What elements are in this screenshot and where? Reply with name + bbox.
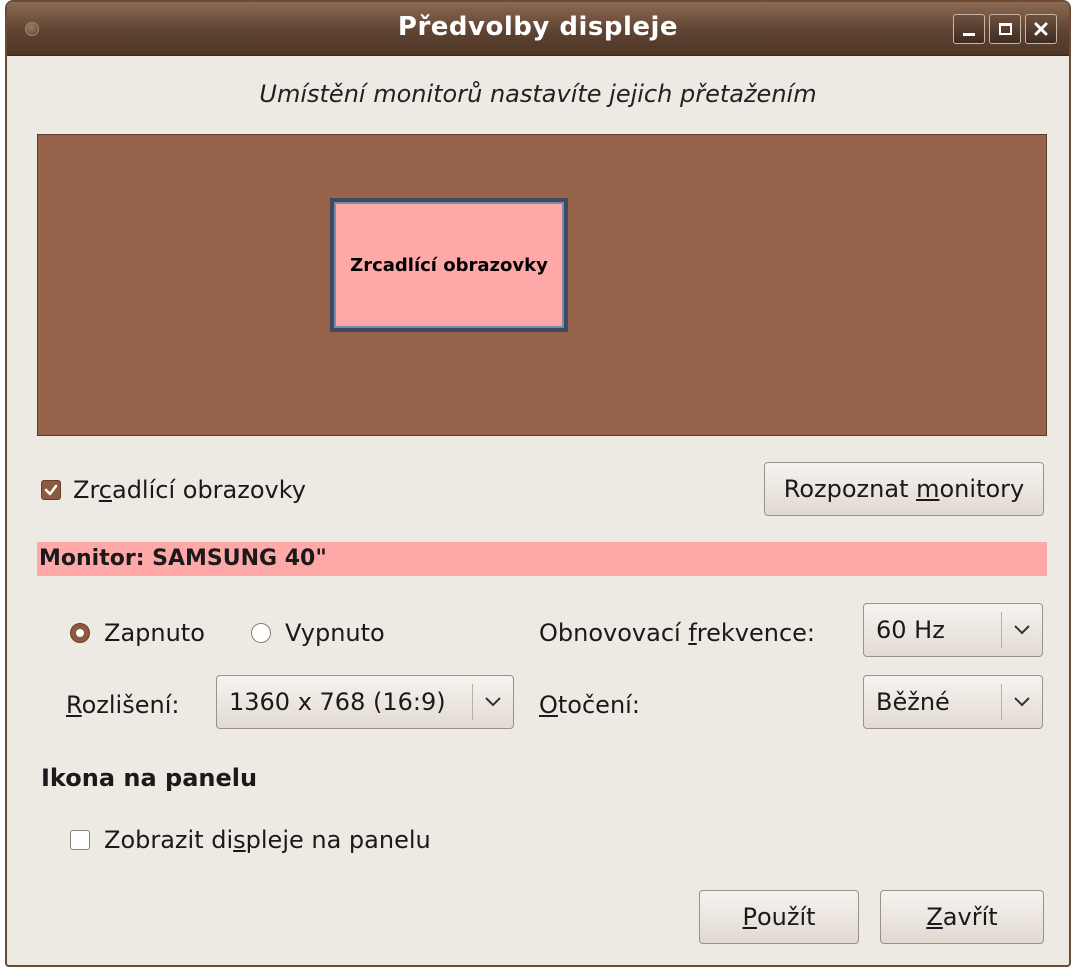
close-label-post: avřít	[942, 903, 998, 931]
close-label-mnemonic: Z	[926, 903, 943, 931]
detect-monitors-button[interactable]: Rozpoznat m onitory	[764, 462, 1044, 516]
rotation-label-mnemonic: O	[539, 691, 558, 719]
power-off-radio-row[interactable]: Vypnuto	[251, 619, 385, 647]
apply-button[interactable]: Použít	[699, 890, 859, 944]
show-label-post: pleje na panelu	[245, 826, 431, 854]
rotation-combo[interactable]: Běžné	[863, 675, 1043, 729]
mirror-label-post: adlící obrazovky	[111, 476, 306, 504]
rotation-value: Běžné	[876, 688, 950, 716]
window-title: Předvolby displeje	[397, 12, 679, 42]
maximize-button[interactable]	[989, 14, 1021, 44]
power-off-radio[interactable]	[251, 623, 271, 643]
refresh-label-mnemonic: f	[688, 619, 697, 647]
minimize-icon	[963, 32, 975, 36]
show-in-panel-label: Zobrazit displeje na panelu	[104, 826, 431, 854]
mirror-label-pre: Zr	[73, 476, 99, 504]
refresh-label-post: rekvence:	[696, 619, 815, 647]
show-in-panel-row[interactable]: Zobrazit displeje na panelu	[70, 826, 431, 854]
close-icon	[1034, 22, 1048, 36]
monitor-preview[interactable]: Zrcadlící obrazovky	[330, 198, 568, 332]
detect-label-mnemonic: m	[916, 475, 940, 503]
refresh-rate-combo[interactable]: 60 Hz	[863, 603, 1043, 657]
title-bar[interactable]: Předvolby displeje	[7, 2, 1069, 56]
apply-label-post: oužít	[756, 903, 816, 931]
show-in-panel-checkbox[interactable]	[70, 830, 90, 850]
close-window-button[interactable]	[1025, 14, 1057, 44]
detect-label-pre: Rozpoznat	[783, 475, 917, 503]
resolution-combo[interactable]: 1360 x 768 (16:9)	[216, 675, 514, 729]
rotation-label-post: točení:	[557, 691, 640, 719]
apply-label-mnemonic: P	[742, 903, 757, 931]
show-label-mnemonic: s	[233, 826, 246, 854]
arrangement-instruction: Umístění monitorů nastavíte jejich přeta…	[259, 80, 817, 108]
resolution-value: 1360 x 768 (16:9)	[229, 688, 446, 716]
power-on-radio[interactable]	[70, 623, 90, 643]
power-on-radio-row[interactable]: Zapnuto	[70, 619, 205, 647]
refresh-rate-value: 60 Hz	[876, 616, 945, 644]
refresh-label-pre: Obnovovací	[539, 619, 689, 647]
chevron-down-icon	[473, 696, 513, 708]
chevron-down-icon	[1002, 696, 1042, 708]
resolution-label-post: ozlišení:	[81, 691, 180, 719]
show-label-pre: Zobrazit di	[104, 826, 234, 854]
maximize-icon	[998, 23, 1012, 35]
chevron-down-icon	[1002, 624, 1042, 636]
power-on-label: Zapnuto	[104, 619, 205, 647]
mirror-checkbox-row[interactable]: Zrcadlící obrazovky	[41, 476, 306, 504]
monitor-header: Monitor: SAMSUNG 40"	[37, 542, 1047, 576]
checkmark-icon	[44, 484, 58, 496]
window-controls	[953, 14, 1057, 44]
monitor-preview-label: Zrcadlící obrazovky	[350, 254, 548, 276]
mirror-checkbox[interactable]	[41, 480, 61, 500]
mirror-label-mnemonic: c	[98, 476, 112, 504]
close-button[interactable]: Zavřít	[880, 890, 1044, 944]
refresh-rate-label: Obnovovací frekvence:	[539, 619, 815, 647]
panel-icon-section-title: Ikona na panelu	[41, 764, 258, 792]
monitor-layout-area[interactable]: Zrcadlící obrazovky	[37, 134, 1047, 436]
detect-label-post: onitory	[939, 475, 1025, 503]
resolution-label-mnemonic: R	[66, 691, 82, 719]
power-off-label: Vypnuto	[285, 619, 385, 647]
minimize-button[interactable]	[953, 14, 985, 44]
display-preferences-window: Předvolby displeje Umístění monitorů nas…	[5, 0, 1071, 967]
mirror-label: Zrcadlící obrazovky	[73, 476, 306, 504]
resolution-label: Rozlišení:	[66, 691, 179, 719]
rotation-label: Otočení:	[539, 691, 640, 719]
